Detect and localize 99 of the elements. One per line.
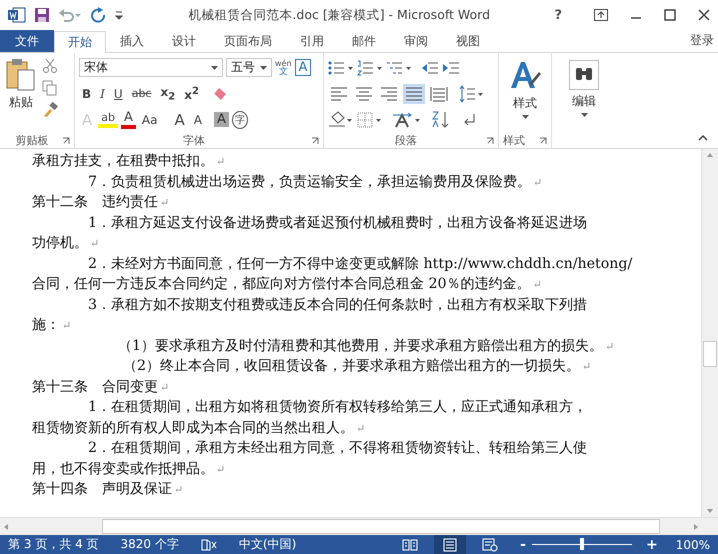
scrollbar-thumb[interactable] [102, 519, 660, 534]
word-logo-icon [8, 7, 26, 23]
format-button[interactable]: x$_{2}$ [157, 84, 178, 102]
font-effect-button[interactable]: A [121, 110, 136, 129]
ribbon-tab[interactable]: 文件 [0, 30, 54, 52]
paste-button[interactable]: 粘贴 [4, 56, 38, 118]
ribbon-tab[interactable]: 设计 [158, 30, 210, 52]
document-text: 合同，任何一方违反本合同约定，都应向对方偿付本合同总租金 20％的违约金。↵ [32, 275, 543, 294]
font-size-tool-button[interactable]: A [214, 112, 229, 127]
document-text: 用，也不得变卖或作抵押品。↵ [32, 460, 226, 478]
font-size-tool-button[interactable]: 字 [232, 110, 248, 128]
group-label: 剪贴板 [16, 132, 48, 148]
book-icon [402, 538, 418, 552]
ribbon-display-icon[interactable] [594, 9, 608, 21]
caret-icon [211, 66, 218, 70]
styles-button[interactable]: 样式 [509, 56, 541, 119]
character-border-button[interactable]: A [294, 59, 312, 76]
caret-icon [522, 115, 528, 119]
format-button[interactable]: U [110, 86, 126, 100]
sign-in-link[interactable]: 登录 [686, 30, 718, 52]
document-text: 1．在租赁期间，出租方如将租赁物资所有权转移给第三人，应正式通知承租方， [87, 398, 588, 417]
proofing-book-icon[interactable] [200, 538, 217, 552]
document-text: 第十四条 声明及保证↵ [32, 480, 184, 499]
zoom-out-button[interactable]: - [520, 536, 526, 552]
multilevel-list-icon[interactable] [386, 60, 412, 76]
font-effect-button[interactable]: ab [98, 111, 118, 128]
dialog-launcher-icon[interactable] [62, 137, 70, 145]
borders-icon[interactable] [357, 110, 383, 128]
sort-icon[interactable] [431, 110, 451, 128]
dialog-launcher-icon[interactable] [486, 137, 494, 145]
alignment-button[interactable] [403, 84, 425, 104]
save-icon[interactable] [34, 7, 50, 23]
document-text: 第十三条 合同变更↵ [32, 378, 170, 396]
font-size-tool-button[interactable]: A [190, 112, 205, 126]
document-text: （2）终止本合同，收回租赁设备，并要求承租方赔偿出租方的一切损失。↵ [122, 357, 592, 376]
ribbon-tab[interactable]: 审阅 [390, 30, 442, 52]
zoom-slider-thumb[interactable] [580, 538, 584, 550]
increase-indent-icon[interactable] [442, 60, 460, 76]
group-label: 样式 [503, 132, 525, 148]
editing-button[interactable]: 编辑 [569, 56, 599, 117]
document-text: 7．负责租赁机械进出场运费，负责运输安全，承担运输费用及保险费。↵ [87, 172, 544, 192]
ribbon-tab[interactable]: 插入 [106, 30, 158, 52]
ribbon-tab[interactable]: 页面布局 [210, 30, 286, 52]
binoculars-icon [569, 60, 599, 90]
document-text: （1）要求承租方及时付清租费和其他费用，并要求承租方赔偿出租方的损失。↵ [117, 336, 616, 356]
numbering-icon[interactable] [357, 60, 383, 76]
shading-icon[interactable] [328, 110, 354, 128]
scrollbar-thumb[interactable] [703, 341, 717, 367]
caret-icon [580, 113, 588, 117]
format-button[interactable]: abc [128, 87, 154, 100]
document-text: 2．未经对方书面同意，任何一方不得中途变更或解除 http://www.chddh.cn/hetong/ [87, 254, 634, 274]
document-text: 1．承租方延迟支付设备进场费或者延迟预付机械租费时，出租方设备将延迟进场 [87, 214, 588, 232]
maximize-icon[interactable] [664, 9, 676, 21]
cut-icon[interactable] [42, 58, 58, 74]
document-text: 租赁物资新的所有权人即成为本合同的当然出租人。↵ [32, 418, 366, 438]
font-size-tool-button[interactable]: A [171, 110, 188, 128]
copy-icon[interactable] [42, 80, 58, 96]
ribbon-tab[interactable]: 视图 [442, 30, 494, 52]
format-button[interactable]: x$^{2}$ [181, 86, 202, 102]
document-text: 施：↵ [32, 316, 72, 335]
chinese-layout-icon[interactable] [392, 110, 422, 128]
format-painter-icon[interactable] [42, 102, 58, 118]
page-count[interactable]: 第 3 页，共 4 页 [8, 536, 99, 553]
document-text: 3．承租方如不按期支付租费或违反本合同的任何条款时，出租方有权采取下列措 [87, 296, 588, 314]
view-button[interactable] [434, 535, 466, 554]
ribbon-tab[interactable]: 开始 [54, 31, 106, 53]
ribbon-tab[interactable]: 邮件 [338, 30, 390, 52]
ribbon-tab[interactable]: 引用 [286, 30, 338, 52]
redo-icon[interactable] [90, 7, 106, 23]
zoom-in-button[interactable]: + [646, 536, 658, 552]
collapse-ribbon-icon[interactable] [698, 134, 708, 142]
language-indicator[interactable]: 中文(中国) [238, 536, 296, 553]
word-count[interactable]: 3820 个字 [120, 536, 179, 553]
line-spacing-icon[interactable] [459, 84, 485, 102]
font-name-field[interactable]: 宋体 [79, 58, 223, 77]
document-text: 2．在租赁期间，承租方未经出租方同意，不得将租赁物资转让、转租给第三人使 [87, 439, 588, 458]
zoom-level[interactable]: 100% [676, 538, 710, 552]
font-effect-button[interactable]: Aa [138, 112, 160, 126]
customize-caret-icon[interactable] [114, 9, 124, 21]
group-label: 段落 [395, 132, 417, 148]
font-size-field[interactable]: 五号 [226, 58, 272, 77]
dialog-launcher-icon[interactable] [539, 137, 547, 145]
document-text: 承租方挂支，在租费中抵扣。↵ [32, 152, 226, 171]
bullets-icon[interactable] [328, 60, 354, 76]
clipboard-icon [6, 58, 36, 92]
format-button[interactable]: I [97, 86, 108, 100]
web-layout-icon [482, 538, 498, 552]
phonetic-guide-button[interactable]: wén 文 [275, 58, 292, 76]
caret-icon [260, 66, 267, 70]
document-text: 功停机。↵ [32, 234, 100, 253]
page-layout-icon [442, 538, 458, 552]
help-button[interactable]: ? [554, 8, 562, 22]
document-text: 第十二条 违约责任↵ [32, 193, 170, 212]
group-label: 字体 [183, 132, 205, 148]
dialog-launcher-icon[interactable] [311, 137, 319, 145]
close-icon[interactable] [698, 9, 710, 21]
window-title: 机械租赁合同范本.doc [兼容模式] - Microsoft Word [187, 6, 492, 24]
format-button[interactable]: B [79, 86, 94, 100]
decrease-indent-icon[interactable] [421, 60, 439, 76]
